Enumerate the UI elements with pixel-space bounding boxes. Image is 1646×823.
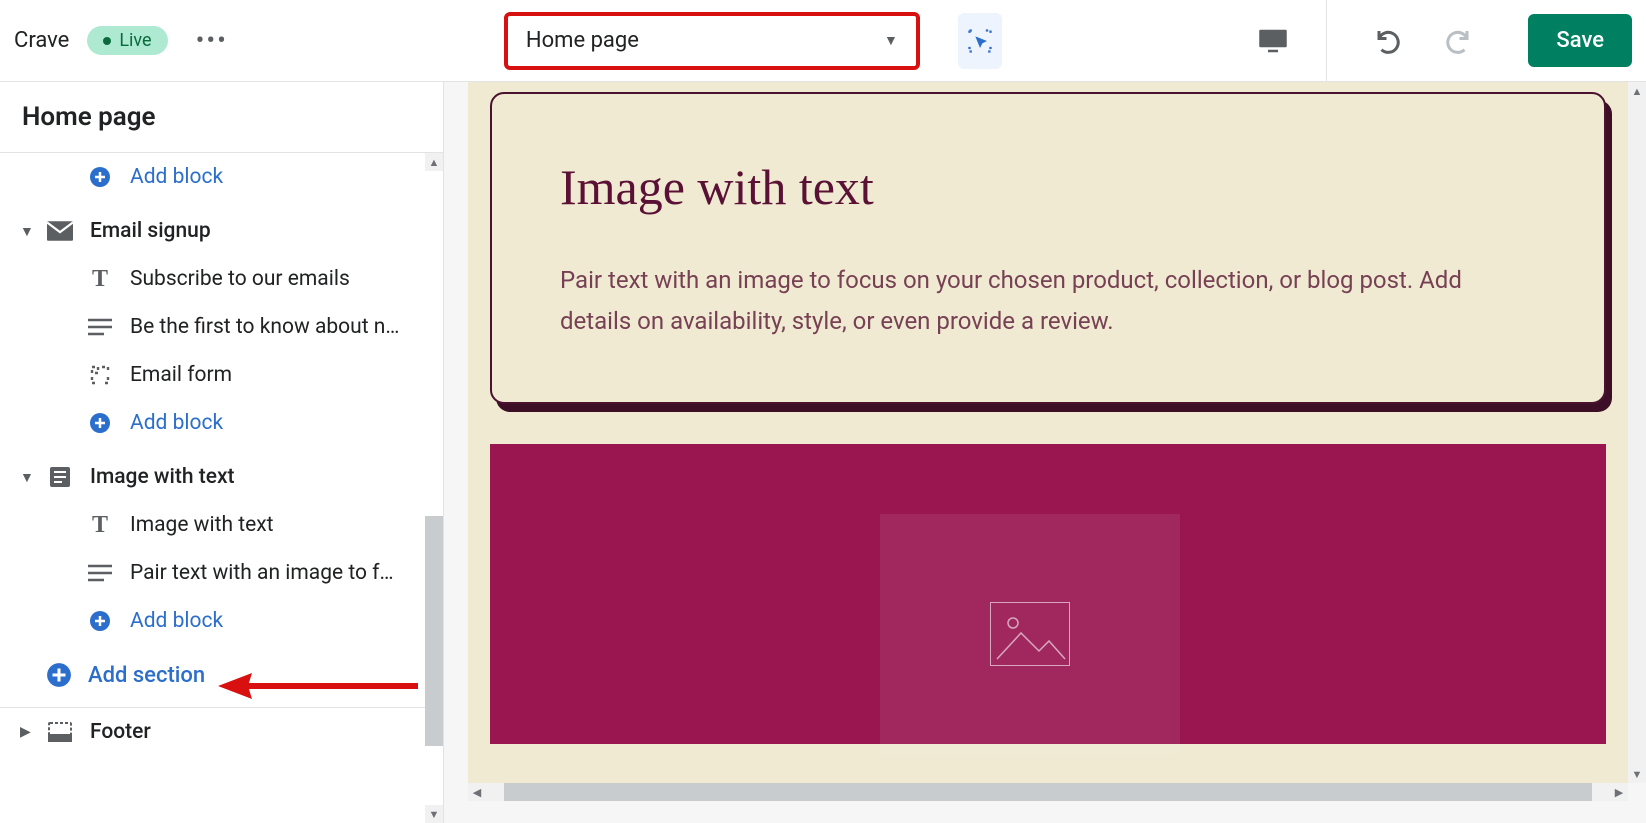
paragraph-icon xyxy=(86,318,114,336)
status-dot-icon xyxy=(103,37,111,45)
section-label: Image with text xyxy=(90,465,235,489)
email-icon xyxy=(46,221,74,241)
scroll-down-icon[interactable]: ▼ xyxy=(425,805,443,823)
section-label: Email signup xyxy=(90,219,211,243)
annotation-arrow-icon xyxy=(218,671,418,701)
block-email-form[interactable]: Email form xyxy=(0,351,443,399)
block-heading[interactable]: T Subscribe to our emails xyxy=(0,255,443,303)
save-button[interactable]: Save xyxy=(1528,14,1632,67)
chevron-down-icon[interactable]: ▼ xyxy=(20,469,34,486)
sidebar-section-image-with-text[interactable]: ▼ Image with text xyxy=(0,453,443,501)
sidebar-scrollbar[interactable]: ▲ ▼ xyxy=(425,153,443,823)
block-paragraph[interactable]: Pair text with an image to fo... xyxy=(0,549,443,597)
redo-button[interactable] xyxy=(1442,26,1472,56)
scroll-left-icon[interactable]: ◀ xyxy=(468,786,486,799)
block-label: Pair text with an image to fo... xyxy=(130,561,400,585)
preview-area: Image with text Pair text with an image … xyxy=(444,82,1646,823)
page-selector-dropdown[interactable]: Home page ▼ xyxy=(504,12,920,70)
chevron-down-icon[interactable]: ▼ xyxy=(20,223,34,240)
block-label: Email form xyxy=(130,363,232,387)
preview-hero[interactable] xyxy=(490,444,1606,744)
plus-circle-icon xyxy=(86,609,114,633)
heading-icon: T xyxy=(86,266,114,293)
image-placeholder[interactable] xyxy=(880,514,1180,754)
paragraph-icon xyxy=(86,564,114,582)
plus-circle-icon xyxy=(46,662,72,688)
sidebar: Home page Add block ▼ Email signup T Sub… xyxy=(0,82,444,823)
block-label: Subscribe to our emails xyxy=(130,267,350,291)
scroll-up-icon[interactable]: ▲ xyxy=(1628,82,1646,100)
add-block-label: Add block xyxy=(130,609,223,633)
sidebar-section-footer[interactable]: ▶ Footer xyxy=(0,708,443,756)
add-block-button[interactable]: Add block xyxy=(0,399,443,447)
status-badge: Live xyxy=(87,26,167,55)
add-block-button[interactable]: Add block xyxy=(0,153,443,201)
scrollbar-thumb[interactable] xyxy=(425,516,443,746)
undo-button[interactable] xyxy=(1374,26,1404,56)
plus-circle-icon xyxy=(86,411,114,435)
scroll-down-icon[interactable]: ▼ xyxy=(1628,765,1646,783)
chevron-down-icon: ▼ xyxy=(884,32,898,49)
section-picker-button[interactable] xyxy=(958,13,1002,69)
block-label: Image with text xyxy=(130,513,274,537)
section-label: Footer xyxy=(90,720,151,744)
add-block-button[interactable]: Add block xyxy=(0,597,443,645)
heading-icon: T xyxy=(86,512,114,539)
page-selector-label: Home page xyxy=(526,28,639,53)
text-section-icon xyxy=(46,465,74,489)
block-heading[interactable]: T Image with text xyxy=(0,501,443,549)
scrollbar-thumb[interactable] xyxy=(504,783,1592,801)
sidebar-section-email-signup[interactable]: ▼ Email signup xyxy=(0,207,443,255)
status-label: Live xyxy=(119,30,151,51)
scroll-right-icon[interactable]: ▶ xyxy=(1610,786,1628,799)
preview-canvas[interactable]: Image with text Pair text with an image … xyxy=(468,82,1628,783)
add-section-label: Add section xyxy=(88,663,205,688)
preview-horizontal-scrollbar[interactable]: ◀ ▶ xyxy=(468,783,1628,801)
desktop-view-button[interactable] xyxy=(1258,28,1288,54)
block-paragraph[interactable]: Be the first to know about n... xyxy=(0,303,443,351)
preview-heading: Image with text xyxy=(560,158,1536,216)
scroll-up-icon[interactable]: ▲ xyxy=(425,153,443,171)
chevron-right-icon[interactable]: ▶ xyxy=(20,724,31,740)
theme-name: Crave xyxy=(14,28,69,53)
plus-circle-icon xyxy=(86,165,114,189)
form-icon xyxy=(86,363,114,387)
preview-text-card[interactable]: Image with text Pair text with an image … xyxy=(490,92,1606,404)
block-label: Be the first to know about n... xyxy=(130,315,400,339)
preview-body: Pair text with an image to focus on your… xyxy=(560,260,1536,342)
add-block-label: Add block xyxy=(130,165,223,189)
image-icon xyxy=(990,602,1070,666)
add-block-label: Add block xyxy=(130,411,223,435)
add-section-button[interactable]: Add section xyxy=(0,651,443,699)
preview-vertical-scrollbar[interactable]: ▲ ▼ xyxy=(1628,82,1646,783)
sidebar-title: Home page xyxy=(0,82,443,153)
footer-icon xyxy=(46,722,74,742)
more-actions-button[interactable]: ••• xyxy=(186,22,238,60)
separator xyxy=(1326,0,1327,82)
